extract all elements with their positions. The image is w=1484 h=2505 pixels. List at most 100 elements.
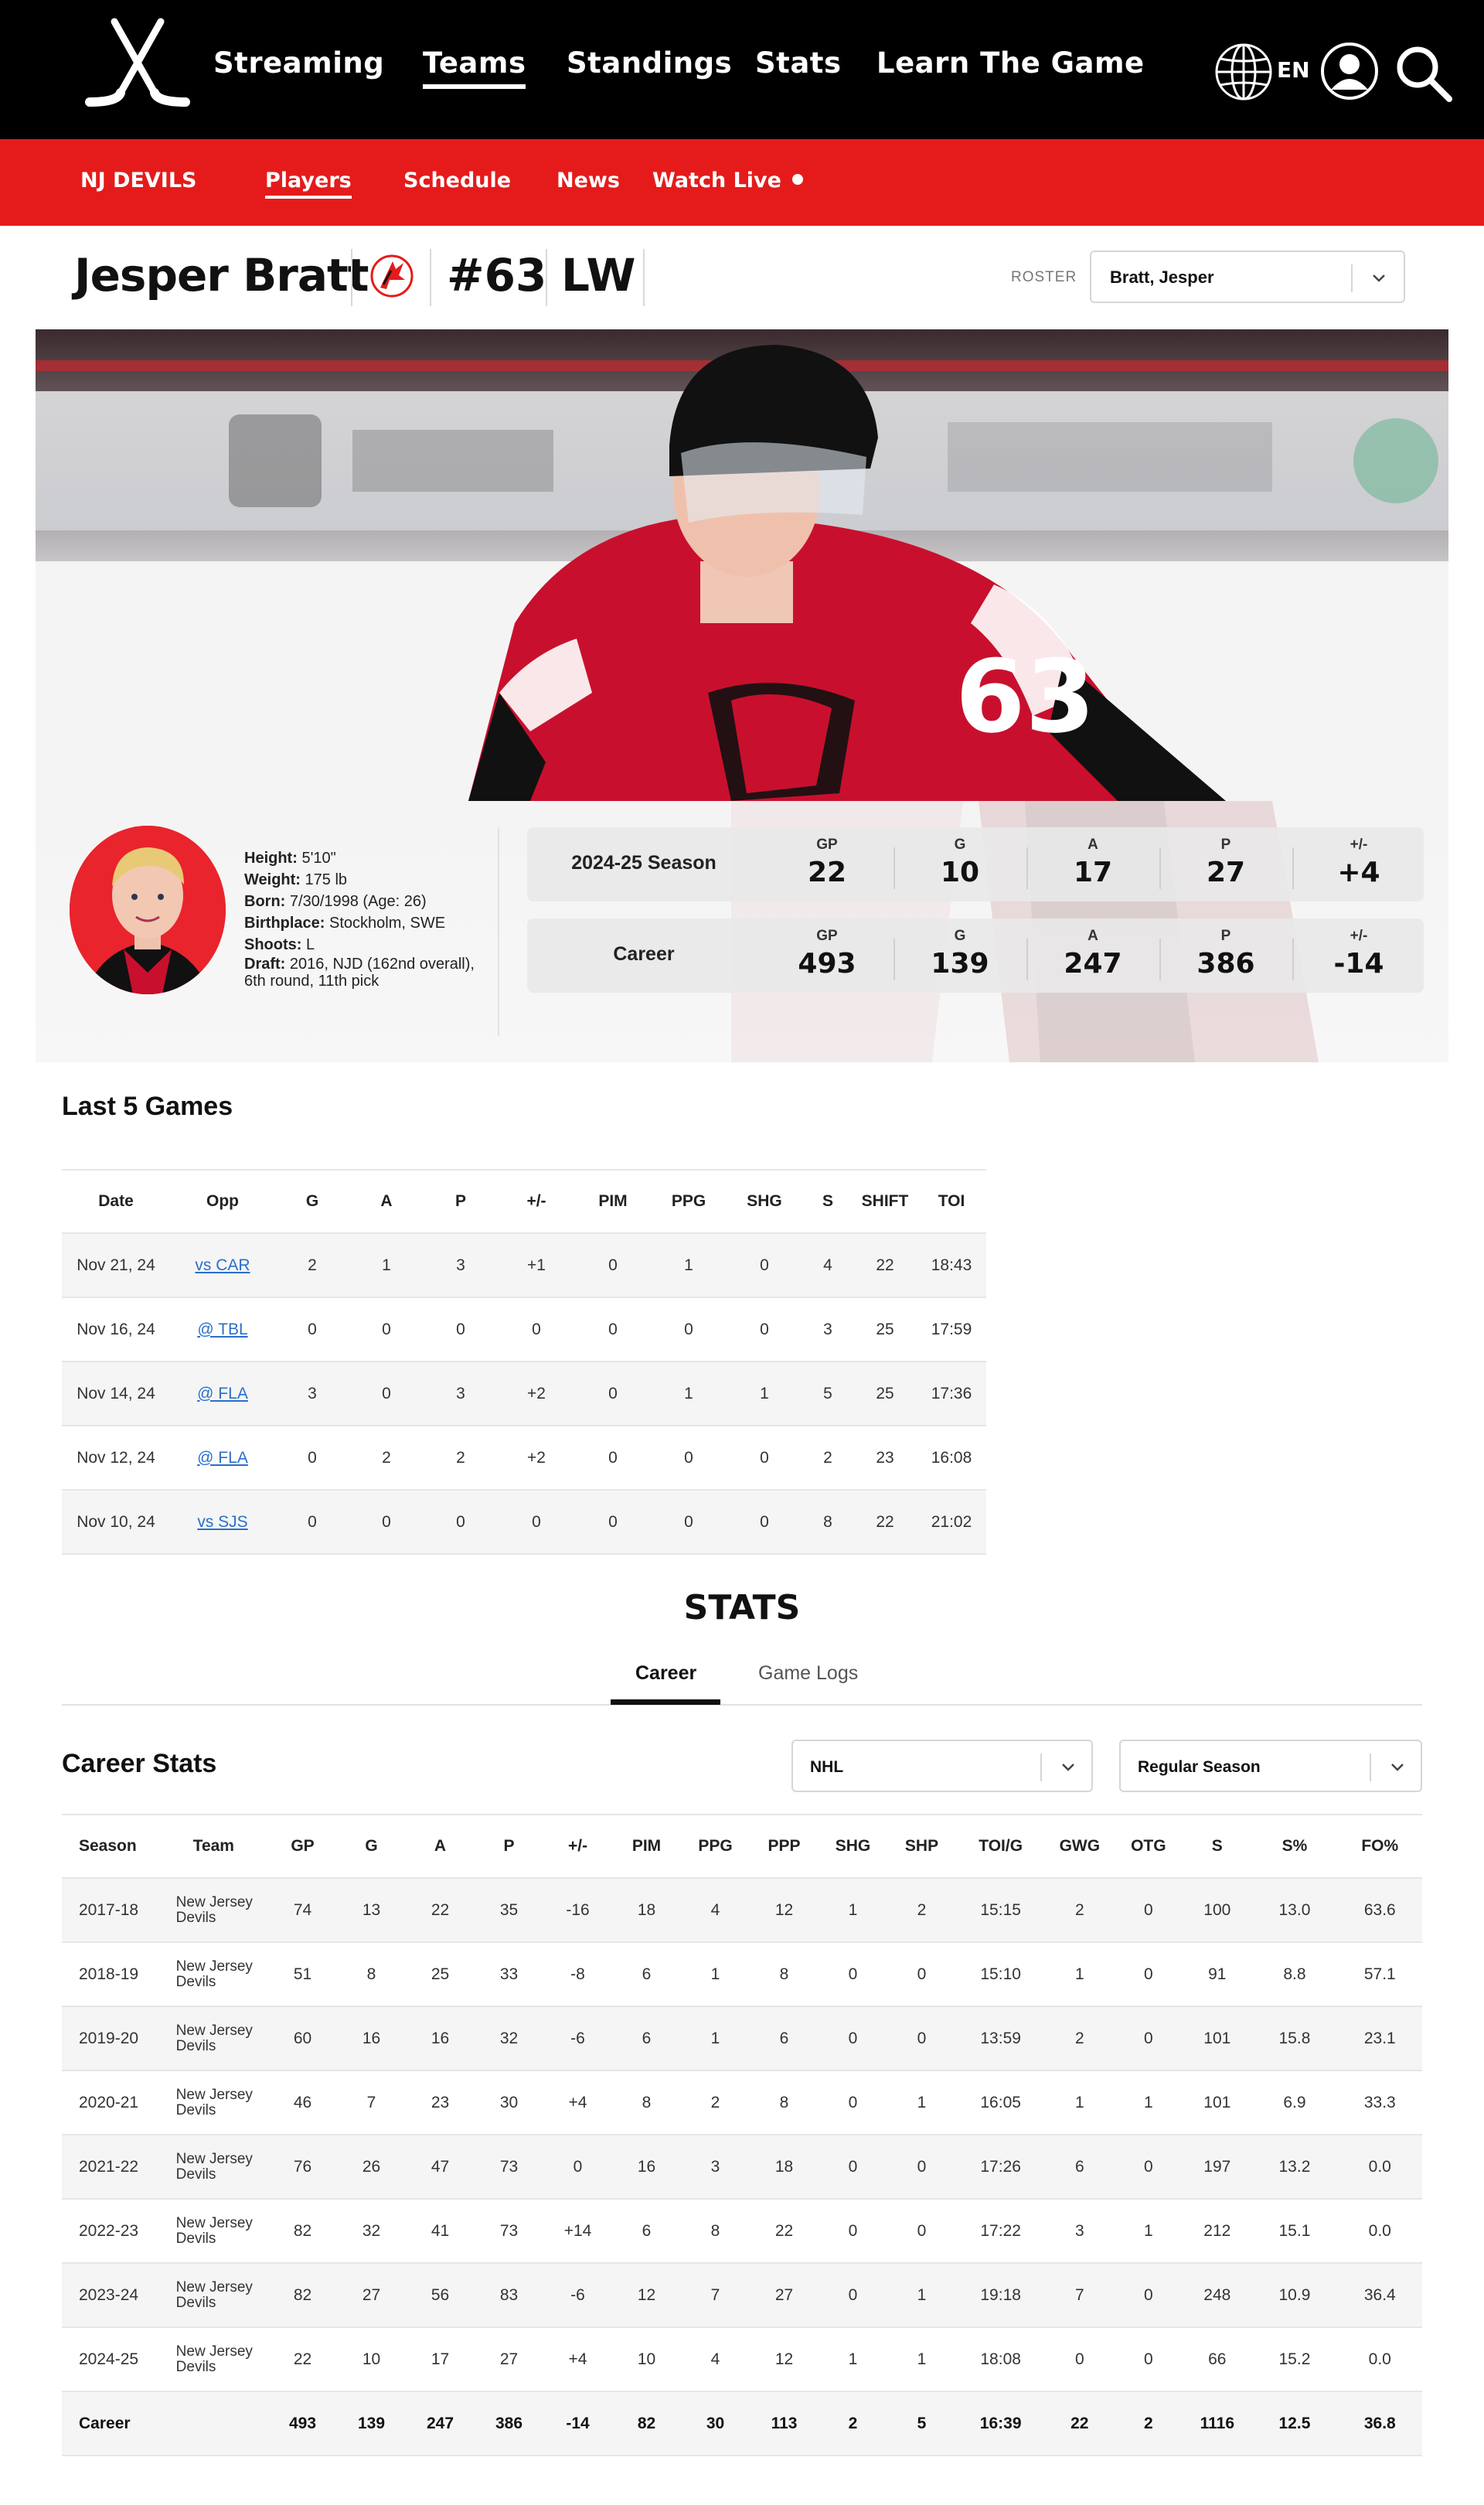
column-header[interactable]: S xyxy=(802,1169,853,1234)
team-nav-news[interactable]: News xyxy=(556,169,620,193)
table-cell: 35 xyxy=(475,1878,544,1943)
opponent-cell: @ FLA xyxy=(170,1362,275,1426)
table-cell: 3 xyxy=(424,1362,498,1426)
column-header[interactable]: GP xyxy=(268,1814,338,1879)
tab-game-logs[interactable]: Game Logs xyxy=(758,1662,858,1685)
globe-icon[interactable] xyxy=(1213,42,1274,102)
select-divider xyxy=(1351,264,1353,292)
table-cell: 13.0 xyxy=(1251,1878,1338,1943)
column-header[interactable]: P xyxy=(475,1814,544,1879)
nav-teams[interactable]: Teams xyxy=(423,46,526,89)
opponent-link[interactable]: vs CAR xyxy=(195,1256,250,1274)
season-type-select[interactable]: Regular Season xyxy=(1119,1740,1422,1792)
column-header[interactable]: SHG xyxy=(727,1169,802,1234)
season-cell: Career xyxy=(62,2391,176,2456)
column-header[interactable]: G xyxy=(275,1169,349,1234)
hockey-sticks-logo[interactable] xyxy=(83,15,192,116)
career-stats-title: Career Stats xyxy=(62,1749,217,1778)
table-cell: 0 xyxy=(575,1297,651,1362)
table-cell: 15:15 xyxy=(956,1878,1046,1943)
league-select[interactable]: NHL xyxy=(791,1740,1093,1792)
table-cell: 57.1 xyxy=(1337,1942,1422,2007)
team-cell: New Jersey Devils xyxy=(175,2070,269,2135)
column-header[interactable]: Date xyxy=(62,1169,170,1234)
nav-learn-the-game[interactable]: Learn The Game xyxy=(876,46,1145,80)
opponent-link[interactable]: @ FLA xyxy=(197,1385,248,1402)
game-date: Nov 21, 24 xyxy=(62,1233,170,1298)
summary-stat: P 386 xyxy=(1159,918,1292,993)
table-cell: 56 xyxy=(406,2263,475,2328)
column-header[interactable]: SHG xyxy=(819,1814,888,1879)
column-header[interactable]: Opp xyxy=(170,1169,275,1234)
column-header[interactable]: S xyxy=(1183,1814,1252,1879)
column-header[interactable]: SHIFT xyxy=(853,1169,917,1234)
column-header[interactable]: A xyxy=(406,1814,475,1879)
roster-select[interactable]: Bratt, Jesper xyxy=(1090,250,1405,303)
column-header[interactable]: S% xyxy=(1251,1814,1338,1879)
table-cell: 16:08 xyxy=(917,1426,986,1491)
table-cell: 10 xyxy=(337,2327,407,2392)
table-cell: 0 xyxy=(1045,2327,1115,2392)
table-cell: 0 xyxy=(575,1426,651,1491)
nav-stats[interactable]: Stats xyxy=(755,46,842,80)
column-header[interactable]: GWG xyxy=(1045,1814,1115,1879)
column-header[interactable]: P xyxy=(424,1169,498,1234)
table-cell: 19:18 xyxy=(956,2263,1046,2328)
column-header[interactable]: A xyxy=(349,1169,424,1234)
team-nav-home[interactable]: NJ DEVILS xyxy=(80,169,197,193)
column-header[interactable]: G xyxy=(337,1814,407,1879)
table-cell: 73 xyxy=(475,2199,544,2264)
table-cell: 2 xyxy=(275,1233,349,1298)
table-cell: 46 xyxy=(268,2070,338,2135)
table-cell: 83 xyxy=(475,2263,544,2328)
column-header[interactable]: PPG xyxy=(651,1169,727,1234)
table-cell: 1 xyxy=(651,1362,727,1426)
nav-streaming[interactable]: Streaming xyxy=(213,46,384,80)
chevron-down-icon xyxy=(1391,1764,1404,1771)
team-nav-watch-live[interactable]: Watch Live xyxy=(652,169,803,193)
table-cell: 51 xyxy=(268,1942,338,2007)
column-header[interactable]: TOI xyxy=(917,1169,986,1234)
table-cell: 22 xyxy=(750,2199,819,2264)
language-selector[interactable]: EN xyxy=(1277,57,1310,83)
stat-header: A xyxy=(1087,837,1098,853)
team-nav-schedule[interactable]: Schedule xyxy=(403,169,511,193)
table-cell: 17:36 xyxy=(917,1362,986,1426)
opponent-link[interactable]: vs SJS xyxy=(197,1513,247,1531)
user-icon[interactable] xyxy=(1320,42,1379,101)
column-header[interactable]: SHP xyxy=(887,1814,957,1879)
opponent-link[interactable]: @ TBL xyxy=(197,1321,247,1338)
table-row: Nov 14, 24 @ FLA 3 0 3 +2 0 1 1 5 25 17:… xyxy=(62,1362,986,1426)
table-row: Nov 21, 24 vs CAR 2 1 3 +1 0 1 0 4 22 18… xyxy=(62,1233,986,1298)
season-summary: 2024-25 Season GP 22 G 10 A 17 P 27 +/- +4 xyxy=(527,827,1424,901)
column-header[interactable]: PIM xyxy=(575,1169,651,1234)
column-header[interactable]: TOI/G xyxy=(956,1814,1046,1879)
column-header[interactable]: Team xyxy=(175,1814,269,1879)
opponent-link[interactable]: @ FLA xyxy=(197,1449,248,1467)
table-row: 2021-22 New Jersey Devils 76 26 47 73 0 16 3 18 0 0… xyxy=(62,2135,1422,2200)
bio-value: 175 lb xyxy=(305,871,348,888)
season-cell: 2023-24 xyxy=(62,2263,176,2328)
column-header[interactable]: PPP xyxy=(750,1814,819,1879)
table-cell: 2 xyxy=(887,1878,957,1943)
table-cell: 47 xyxy=(406,2135,475,2200)
table-row: 2024-25 New Jersey Devils 22 10 17 27 +4 10 4 12 1… xyxy=(62,2327,1422,2392)
column-header[interactable]: OTG xyxy=(1114,1814,1183,1879)
roster-select-value: Bratt, Jesper xyxy=(1110,268,1214,287)
table-cell: 0 xyxy=(275,1426,349,1491)
team-nav-players[interactable]: Players xyxy=(265,169,352,199)
table-cell: -6 xyxy=(543,2006,613,2071)
tab-career[interactable]: Career xyxy=(635,1662,696,1685)
column-header[interactable]: PIM xyxy=(612,1814,682,1879)
table-cell: 17:59 xyxy=(917,1297,986,1362)
column-header[interactable]: PPG xyxy=(681,1814,751,1879)
column-header[interactable]: FO% xyxy=(1337,1814,1422,1879)
nav-standings[interactable]: Standings xyxy=(567,46,732,80)
season-cell: 2019-20 xyxy=(62,2006,176,2071)
table-row: 2019-20 New Jersey Devils 60 16 16 32 -6 6 1 6 0 0 1… xyxy=(62,2006,1422,2071)
column-header[interactable]: +/- xyxy=(498,1169,575,1234)
column-header[interactable]: +/- xyxy=(543,1814,613,1879)
column-header[interactable]: Season xyxy=(62,1814,176,1879)
search-icon[interactable] xyxy=(1394,43,1454,104)
table-cell: -6 xyxy=(543,2263,613,2328)
